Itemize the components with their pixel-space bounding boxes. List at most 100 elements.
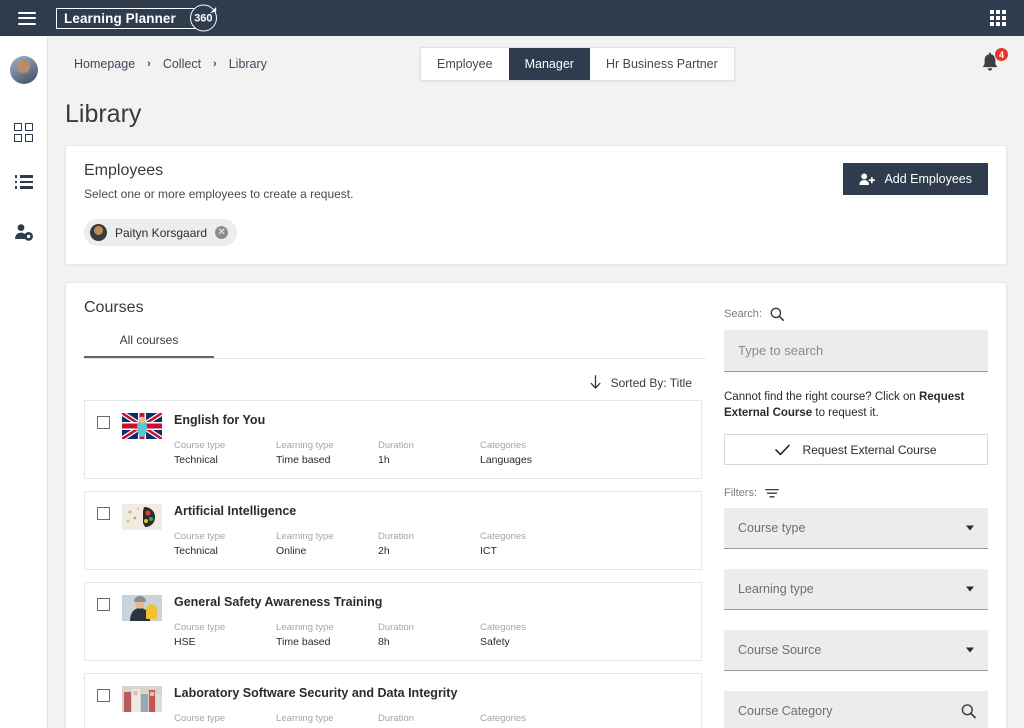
course-info: English for You Course type Technical Le… xyxy=(174,413,687,466)
request-external-course-button[interactable]: Request External Course xyxy=(724,434,988,465)
notification-badge: 4 xyxy=(994,47,1009,62)
courses-title: Courses xyxy=(84,299,144,316)
sidebar-nav xyxy=(14,122,34,242)
courses-list-panel: Courses All courses Sorted By: Title Eng… xyxy=(66,283,706,728)
meta-label: Duration xyxy=(378,622,414,633)
refresh-arrow-icon xyxy=(209,6,217,13)
meta-value: Time based xyxy=(276,454,331,466)
meta-learning-type: Learning type Time based xyxy=(276,713,378,728)
left-sidebar xyxy=(0,36,48,728)
course-info: General Safety Awareness Training Course… xyxy=(174,595,687,648)
employee-chip-avatar xyxy=(90,224,107,241)
meta-course-type: Course type HSE xyxy=(174,622,276,648)
tab-all-courses[interactable]: All courses xyxy=(84,333,214,358)
filter-course-type[interactable]: Course type xyxy=(724,508,988,549)
arrow-down-icon xyxy=(590,375,601,389)
course-title: English for You xyxy=(174,413,266,427)
course-meta: Course type HSE Learning type Time based… xyxy=(174,713,687,728)
course-row[interactable]: English for You Course type Technical Le… xyxy=(84,400,702,479)
meta-course-type: Course type HSE xyxy=(174,713,276,728)
close-icon[interactable]: ✕ xyxy=(215,226,229,239)
meta-duration: Duration 1h xyxy=(378,440,480,466)
course-checkbox[interactable] xyxy=(97,416,110,429)
meta-value: 8h xyxy=(378,636,390,648)
tab-employee[interactable]: Employee xyxy=(421,48,509,80)
tab-manager[interactable]: Manager xyxy=(508,48,590,80)
filters-label: Filters: xyxy=(724,487,757,499)
course-meta: Course type HSE Learning type Time based… xyxy=(174,622,687,648)
hint-suffix: to request it. xyxy=(812,407,879,419)
meta-value: 2h xyxy=(378,545,390,557)
avatar[interactable] xyxy=(9,56,38,84)
search-filters-panel: Search: Cannot find the right course? Cl… xyxy=(706,283,1006,728)
meta-label: Categories xyxy=(480,531,526,542)
meta-label: Course type xyxy=(174,440,226,451)
breadcrumb: Homepage › Collect › Library xyxy=(74,57,267,71)
add-user-icon xyxy=(859,173,876,185)
meta-label: Learning type xyxy=(276,713,334,724)
meta-learning-type: Learning type Time based xyxy=(276,440,378,466)
course-row[interactable]: Artificial Intelligence Course type Tech… xyxy=(84,491,702,570)
tab-hr-business-partner[interactable]: Hr Business Partner xyxy=(589,48,734,80)
meta-duration: Duration 8h xyxy=(378,622,480,648)
meta-learning-type: Learning type Online xyxy=(276,531,378,557)
apps-grid-icon[interactable] xyxy=(990,10,1006,26)
sidebar-item-user-settings[interactable] xyxy=(14,222,34,242)
filter-icon xyxy=(765,488,779,497)
chevron-down-icon xyxy=(966,647,974,653)
meta-label: Duration xyxy=(378,713,414,724)
add-employees-button[interactable]: Add Employees xyxy=(843,163,988,195)
meta-label: Categories xyxy=(480,713,526,724)
course-checkbox[interactable] xyxy=(97,598,110,611)
filter-learning-type[interactable]: Learning type xyxy=(724,569,988,610)
search-input[interactable] xyxy=(738,343,974,358)
course-checkbox[interactable] xyxy=(97,689,110,702)
meta-label: Categories xyxy=(480,440,526,451)
meta-label: Duration xyxy=(378,440,414,451)
meta-value: Safety xyxy=(480,636,510,648)
course-title: General Safety Awareness Training xyxy=(174,595,383,609)
meta-learning-type: Learning type Time based xyxy=(276,622,378,648)
course-meta: Course type Technical Learning type Time… xyxy=(174,440,687,466)
breadcrumb-item-collect[interactable]: Collect xyxy=(163,57,201,71)
course-title: Laboratory Software Security and Data In… xyxy=(174,686,458,700)
courses-tab-group: All courses xyxy=(84,333,706,359)
app-logo[interactable]: Learning Planner 360 xyxy=(56,4,217,32)
course-row[interactable]: Laboratory Software Security and Data In… xyxy=(84,673,702,728)
course-row[interactable]: General Safety Awareness Training Course… xyxy=(84,582,702,661)
meta-categories: Categories Languages xyxy=(480,440,640,466)
sort-control[interactable]: Sorted By: Title xyxy=(84,359,706,400)
role-tab-group: Employee Manager Hr Business Partner xyxy=(420,47,735,81)
filter-course-type-label: Course type xyxy=(738,521,806,535)
hamburger-icon[interactable] xyxy=(18,11,36,25)
employees-card: Employees Select one or more employees t… xyxy=(65,145,1007,265)
employee-chip-label: Paityn Korsgaard xyxy=(115,225,208,240)
meta-label: Course type xyxy=(174,531,226,542)
breadcrumb-row: Homepage › Collect › Library Employee Ma… xyxy=(48,36,1024,92)
filter-course-category[interactable]: Course Category xyxy=(724,691,988,728)
meta-label: Learning type xyxy=(276,440,334,451)
meta-value: Time based xyxy=(276,636,331,648)
meta-value: Technical xyxy=(174,454,218,466)
request-external-course-label: Request External Course xyxy=(802,442,937,457)
course-meta: Course type Technical Learning type Onli… xyxy=(174,531,687,557)
meta-label: Course type xyxy=(174,622,226,633)
request-hint: Cannot find the right course? Click on R… xyxy=(724,389,988,421)
course-thumbnail xyxy=(122,686,162,712)
search-field[interactable] xyxy=(724,330,988,372)
logo-text: Learning Planner xyxy=(56,7,205,29)
sidebar-item-dashboard[interactable] xyxy=(14,122,34,142)
sidebar-item-list[interactable] xyxy=(14,172,34,192)
notifications-button[interactable]: 4 xyxy=(980,47,1009,76)
filters-label-row: Filters: xyxy=(724,487,988,499)
employee-chip[interactable]: Paityn Korsgaard ✕ xyxy=(84,219,238,246)
dashboard-grid-icon xyxy=(14,122,33,142)
meta-label: Course type xyxy=(174,713,226,724)
course-checkbox[interactable] xyxy=(97,507,110,520)
breadcrumb-item-library[interactable]: Library xyxy=(229,57,267,71)
meta-categories: Categories Safety xyxy=(480,713,640,728)
breadcrumb-item-homepage[interactable]: Homepage xyxy=(74,57,135,71)
user-settings-icon xyxy=(14,223,33,241)
filter-course-source[interactable]: Course Source xyxy=(724,630,988,671)
